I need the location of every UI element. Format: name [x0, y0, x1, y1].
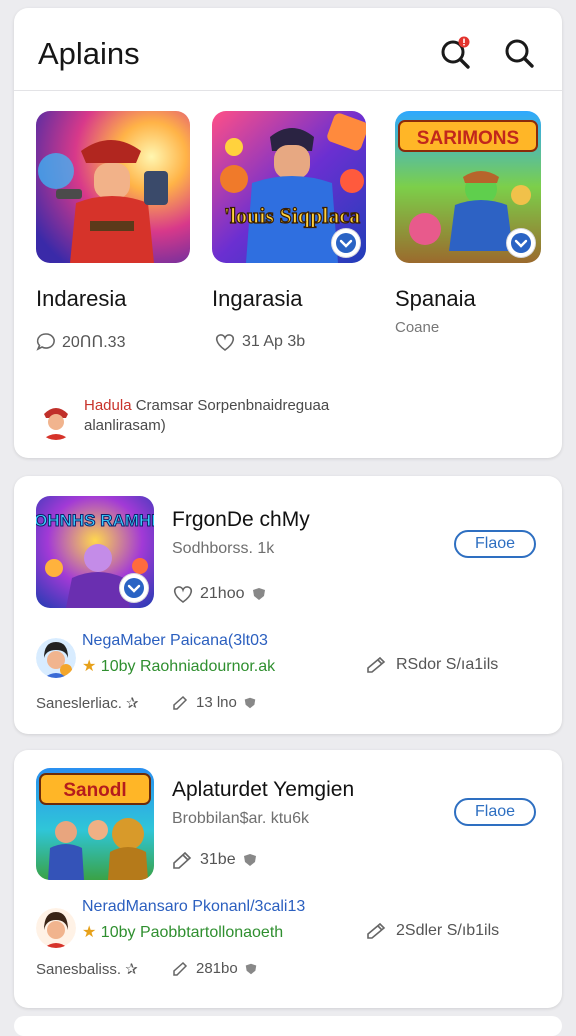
feed-footer-right-2[interactable]: 281bo: [172, 960, 258, 977]
game-stat-2: 31 Ap 3b: [214, 332, 305, 352]
game-subtitle-3: Coane: [395, 319, 440, 336]
feed-meta-1: ★ 10by Raohniadournor.ak: [82, 656, 275, 676]
feed-thumbnail-1[interactable]: SHOHNHS RAMHIER: [36, 496, 154, 608]
feed-subtitle-2: Brobbilan$ar. ktu6k: [172, 810, 309, 827]
shield-icon: [244, 697, 256, 708]
notification-search-icon[interactable]: [438, 36, 472, 70]
chevron-down-icon: [511, 233, 531, 253]
feed-meta-2-text: 10by Paobbtartollonaoeth: [100, 924, 284, 941]
star-icon: ★: [82, 658, 97, 675]
feed-thumbnail-2[interactable]: Sanodl: [36, 768, 154, 880]
game-art-text-3: SARIMONS: [417, 128, 519, 149]
feed-stat-1: 21hoo: [172, 584, 267, 604]
page-title: Aplains: [38, 36, 140, 71]
heart-icon: [173, 586, 193, 603]
next-card-peek: [14, 1016, 562, 1036]
feed-share-1[interactable]: RSdor S/ıa1ils: [366, 656, 498, 674]
star-icon: ★: [82, 924, 97, 941]
game-thumbnail-3[interactable]: SARIMONS: [395, 111, 541, 263]
feed-footer-left-2-text: Sanesbaliss. ✰: [36, 961, 138, 978]
feed-footer-left-1-text: Saneslerliac. ✰: [36, 695, 139, 712]
feed-share-2-text: 2Sdler S/ıb1ils: [396, 922, 500, 939]
feed-footer-right-1-text: 13 lno: [196, 694, 237, 711]
game-stat-1: 20ՈՈ.33: [36, 332, 125, 352]
featured-card: Aplains Indaresia 20ՈՈ.33 'louis Siqplac…: [14, 8, 562, 458]
game-title-1[interactable]: Indaresia: [36, 286, 127, 312]
feed-subtitle-1: Sodhborss. 1k: [172, 540, 275, 557]
game-title-3[interactable]: Spanaia: [395, 286, 476, 312]
game-title-2[interactable]: Ingarasia: [212, 286, 303, 312]
play-button-2[interactable]: Flaoe: [454, 798, 536, 826]
game-art-text-2: 'louis Siqplaca: [224, 203, 360, 228]
share-icon: [367, 922, 386, 939]
feed-stat-1-value: 21hoo: [200, 585, 245, 602]
avatar: [36, 638, 76, 678]
feed-footer-left-1: Saneslerliac. ✰: [36, 694, 139, 712]
share-icon: [367, 656, 386, 673]
feed-meta-2: ★ 10by Paobbtartollonaoeth: [82, 922, 283, 942]
feed-title-2[interactable]: Aplaturdet Yemgien: [172, 778, 354, 802]
shield-icon: [252, 588, 265, 600]
verified-badge-3: [507, 229, 535, 257]
app-header: Aplains: [14, 8, 562, 91]
game-stat-2-value: 31 Ap 3b: [242, 333, 306, 350]
feed-footer-right-2-text: 281bo: [196, 960, 238, 977]
verified-badge-feed-1: [120, 574, 148, 602]
play-button-1[interactable]: Flaoe: [454, 530, 536, 558]
shield-icon: [245, 963, 256, 974]
heart-icon: [215, 334, 235, 351]
feed-share-1-text: RSdor S/ıa1ils: [396, 656, 499, 673]
chevron-down-icon: [336, 233, 356, 253]
feed-art-text-2: Sanodl: [63, 780, 126, 801]
feed-title-1[interactable]: FrgonDe chMy: [172, 508, 310, 532]
game-stat-1-value: 20ՈՈ.33: [62, 334, 126, 351]
verified-badge-2: [332, 229, 360, 257]
game-thumbnail-1[interactable]: [36, 111, 190, 263]
share-icon: [173, 851, 192, 869]
shield-icon: [243, 854, 256, 866]
feed-art-text-1: SHOHNHS RAMHIER: [36, 511, 154, 530]
game-thumbnail-2[interactable]: 'louis Siqplaca: [212, 111, 366, 263]
edit-icon: [173, 695, 188, 710]
feed-card-2[interactable]: Sanodl Aplaturdet Yemgien Brobbilan$ar. …: [14, 750, 562, 1008]
news-text[interactable]: Hadula Cramsar Sorpenbnaidreguaa alanlir…: [84, 396, 534, 436]
comment-icon: [36, 333, 55, 351]
feed-author-1[interactable]: NegaMaber Paicana(3lt03: [82, 632, 268, 650]
feed-share-2[interactable]: 2Sdler S/ıb1ils: [366, 922, 499, 940]
feed-author-2[interactable]: NeradMansaro Pkonanl/3cali13: [82, 898, 305, 916]
feed-footer-right-1[interactable]: 13 lno: [172, 694, 257, 711]
news-highlight: Hadula: [84, 397, 132, 414]
news-line-2: alanlirasam): [84, 417, 166, 434]
chevron-down-icon: [124, 578, 144, 598]
feed-footer-left-2: Sanesbaliss. ✰: [36, 960, 138, 978]
feed-meta-1-text: 10by Raohniadournor.ak: [100, 658, 276, 675]
avatar: [36, 400, 76, 440]
feed-stat-2: 31be: [172, 850, 258, 870]
edit-icon: [173, 961, 188, 976]
news-line-1: Cramsar Sorpenbnaidreguaa: [135, 397, 330, 414]
avatar: [36, 908, 76, 948]
feed-stat-2-value: 31be: [200, 851, 236, 868]
feed-card-1[interactable]: SHOHNHS RAMHIER FrgonDe chMy Sodhborss. …: [14, 476, 562, 734]
search-icon[interactable]: [502, 36, 536, 70]
